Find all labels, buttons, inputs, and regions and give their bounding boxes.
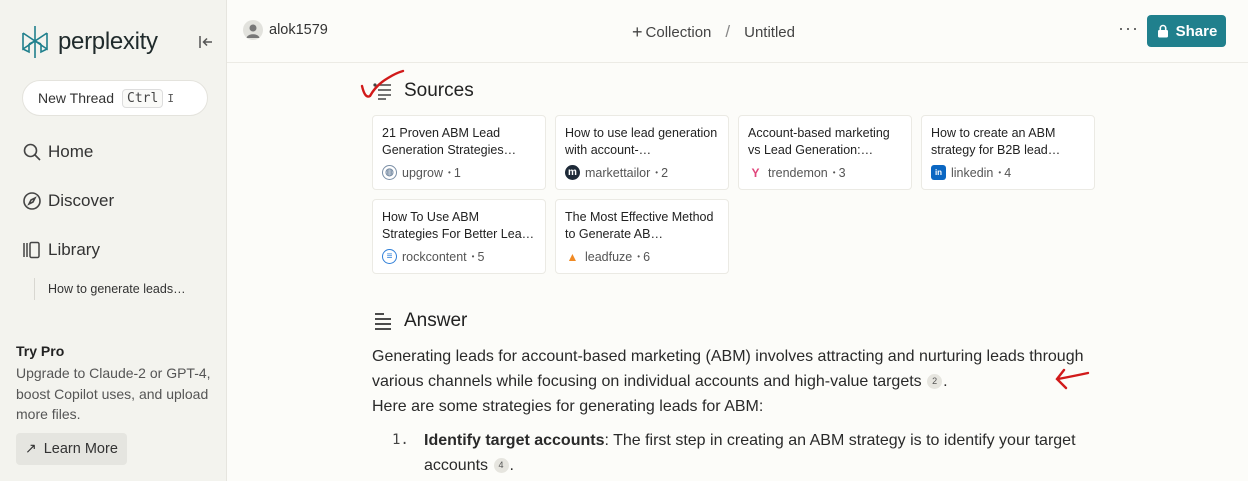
nav-home-label: Home bbox=[48, 142, 94, 161]
sources-title: Sources bbox=[404, 80, 474, 101]
linkedin-icon: in bbox=[931, 165, 946, 180]
source-index: 1 bbox=[453, 165, 461, 180]
separator-dot: • bbox=[448, 168, 451, 177]
answer-paragraph-1-end: . bbox=[943, 373, 948, 390]
rockcontent-icon: ≡ bbox=[382, 249, 397, 264]
compass-icon bbox=[23, 192, 41, 210]
answer-heading: Answer bbox=[372, 310, 467, 332]
source-meta: ◍ upgrow • 1 bbox=[382, 165, 537, 180]
source-site: rockcontent bbox=[402, 249, 467, 264]
source-card[interactable]: How to use lead generation with account-… bbox=[555, 115, 729, 190]
list-number: 1. bbox=[392, 432, 409, 448]
list-item-end: . bbox=[509, 457, 514, 474]
separator-dot: • bbox=[655, 168, 659, 177]
user-icon bbox=[246, 24, 260, 38]
source-site: trendemon bbox=[768, 165, 828, 180]
share-label: Share bbox=[1175, 22, 1218, 40]
list-item: 1. Identify target accounts: The first s… bbox=[392, 428, 1092, 478]
new-thread-button[interactable]: New Thread Ctrl I bbox=[22, 80, 208, 116]
answer-title: Answer bbox=[404, 310, 468, 331]
collapse-icon bbox=[199, 36, 212, 48]
answer-paragraph-2: Here are some strategies for generating … bbox=[372, 398, 764, 415]
brand-name: perplexity bbox=[58, 28, 158, 55]
source-card[interactable]: 21 Proven ABM Lead Generation Strategies… bbox=[372, 115, 546, 190]
nav-home[interactable]: Home bbox=[22, 142, 93, 162]
source-index: 2 bbox=[661, 165, 669, 180]
source-title: How To Use ABM Strategies For Better Lea… bbox=[382, 210, 535, 241]
source-card[interactable]: The Most Effective Method to Generate AB… bbox=[555, 199, 729, 274]
source-site: linkedin bbox=[951, 165, 994, 180]
source-card[interactable]: How to create an ABM strategy for B2B le… bbox=[921, 115, 1095, 190]
trendemon-icon: Y bbox=[751, 165, 760, 180]
plus-icon: + bbox=[632, 21, 643, 42]
sources-heading: Sources bbox=[372, 80, 474, 102]
nav-discover-label: Discover bbox=[48, 191, 115, 210]
breadcrumb: + Collection / Untitled bbox=[632, 22, 795, 42]
thread-title[interactable]: Untitled bbox=[744, 24, 795, 41]
try-pro-description: Upgrade to Claude-2 or GPT-4, boost Copi… bbox=[16, 365, 211, 422]
library-thread-item[interactable]: How to generate leads… bbox=[34, 278, 186, 300]
add-to-collection-button[interactable]: + Collection bbox=[632, 21, 712, 42]
perplexity-logo-icon bbox=[22, 26, 48, 58]
source-meta: Ytrendemon • 3 bbox=[748, 165, 903, 180]
source-site: markettailor bbox=[585, 165, 651, 180]
answer-lines-icon bbox=[375, 313, 391, 330]
nav-discover[interactable]: Discover bbox=[22, 191, 114, 211]
source-title: How to create an ABM strategy for B2B le… bbox=[931, 126, 1061, 157]
markettailor-icon: m bbox=[565, 165, 580, 180]
try-pro-panel: Try Pro Upgrade to Claude-2 or GPT-4, bo… bbox=[16, 343, 216, 465]
separator-dot: • bbox=[998, 168, 1002, 177]
nav-library[interactable]: Library bbox=[22, 240, 100, 260]
separator-dot: • bbox=[637, 252, 641, 261]
arrow-up-right-icon: ↗ bbox=[25, 440, 37, 456]
source-index: 6 bbox=[643, 249, 651, 264]
source-card[interactable]: How To Use ABM Strategies For Better Lea… bbox=[372, 199, 546, 274]
username: alok1579 bbox=[269, 22, 328, 38]
source-index: 4 bbox=[1004, 165, 1012, 180]
source-site: leadfuze bbox=[585, 249, 633, 264]
sources-icon bbox=[373, 83, 391, 100]
citation-badge[interactable]: 2 bbox=[927, 374, 943, 389]
flame-icon: ▲ bbox=[566, 249, 579, 264]
search-icon bbox=[23, 143, 41, 161]
separator-dot: • bbox=[832, 168, 836, 177]
answer-paragraph: Generating leads for account-based marke… bbox=[372, 344, 1092, 419]
more-options-icon[interactable]: ··· bbox=[1118, 18, 1139, 39]
brand[interactable]: perplexity bbox=[20, 24, 158, 60]
top-bar: alok1579 + Collection / Untitled ··· Sha… bbox=[227, 0, 1248, 63]
lock-icon bbox=[1157, 24, 1168, 38]
shortcut-key-2: I bbox=[167, 91, 174, 105]
source-meta: in linkedin • 4 bbox=[931, 165, 1086, 180]
separator-dot: • bbox=[471, 252, 475, 261]
share-button[interactable]: Share bbox=[1147, 15, 1226, 47]
learn-more-label: Learn More bbox=[43, 440, 118, 457]
breadcrumb-separator: / bbox=[725, 22, 731, 41]
source-index: 3 bbox=[838, 165, 846, 180]
shortcut-key: Ctrl bbox=[122, 88, 164, 108]
learn-more-button[interactable]: ↗ Learn More bbox=[16, 432, 127, 465]
answer-paragraph-1: Generating leads for account-based marke… bbox=[372, 348, 1084, 390]
source-site: upgrow bbox=[402, 165, 443, 180]
library-icon bbox=[23, 241, 40, 259]
source-meta: ≡ rockcontent • 5 bbox=[382, 249, 537, 264]
collapse-sidebar-button[interactable] bbox=[196, 32, 216, 52]
try-pro-title: Try Pro bbox=[16, 343, 65, 359]
source-title: Account-based marketing vs Lead Generati… bbox=[748, 126, 890, 157]
collection-label: Collection bbox=[645, 23, 712, 41]
list-item-title: Identify target accounts bbox=[424, 432, 605, 449]
user-menu[interactable]: alok1579 bbox=[243, 20, 328, 40]
sidebar: perplexity New Thread Ctrl I Home Discov… bbox=[0, 0, 227, 481]
source-meta: m markettailor • 2 bbox=[565, 165, 720, 180]
source-title: How to use lead generation with account-… bbox=[565, 126, 718, 157]
source-card[interactable]: Account-based marketing vs Lead Generati… bbox=[738, 115, 912, 190]
globe-icon: ◍ bbox=[382, 165, 397, 180]
citation-badge[interactable]: 4 bbox=[493, 458, 509, 473]
source-index: 5 bbox=[477, 249, 485, 264]
source-title: 21 Proven ABM Lead Generation Strategies… bbox=[382, 126, 517, 157]
source-meta: ▲ leadfuze • 6 bbox=[565, 249, 720, 264]
new-thread-label: New Thread bbox=[38, 90, 115, 106]
avatar bbox=[243, 20, 263, 40]
nav-library-label: Library bbox=[48, 240, 100, 259]
source-title: The Most Effective Method to Generate AB… bbox=[565, 210, 714, 241]
